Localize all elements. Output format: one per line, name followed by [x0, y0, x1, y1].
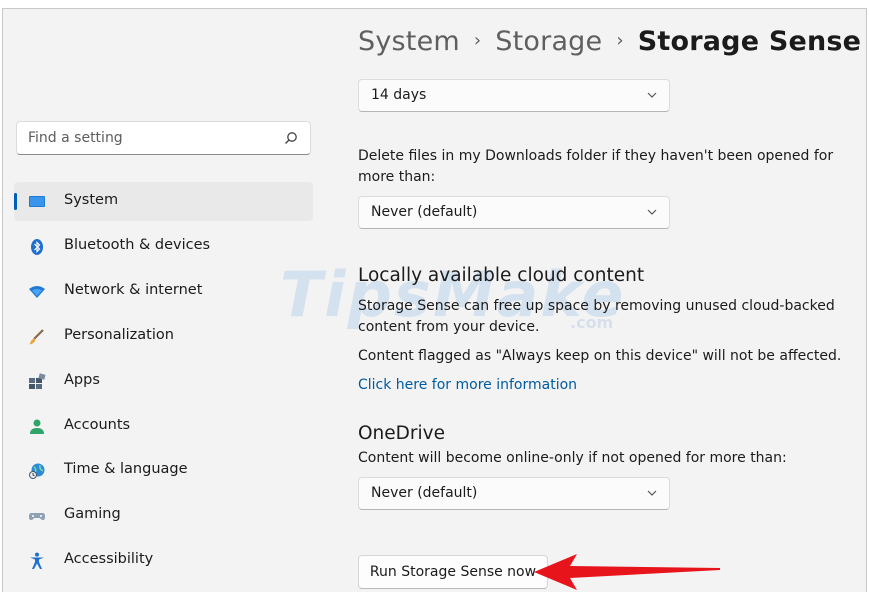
- recycle-bin-dropdown[interactable]: 14 days: [358, 79, 670, 112]
- sidebar-item-network[interactable]: Network & internet: [14, 272, 313, 311]
- search-input[interactable]: Find a setting: [16, 121, 311, 155]
- dropdown-value: 14 days: [371, 87, 427, 103]
- cloud-content-note: Content flagged as "Always keep on this …: [358, 348, 842, 364]
- sidebar-item-label: Time & language: [64, 461, 188, 477]
- sidebar-item-accounts[interactable]: Accounts: [14, 407, 313, 446]
- dropdown-value: Never (default): [371, 485, 478, 501]
- onedrive-dropdown[interactable]: Never (default): [358, 477, 670, 510]
- breadcrumb: System › Storage › Storage Sense: [358, 26, 861, 57]
- sidebar-item-system[interactable]: System: [14, 182, 313, 221]
- breadcrumb-item-system[interactable]: System: [358, 26, 460, 57]
- sidebar-item-label: Network & internet: [64, 282, 203, 298]
- onedrive-description: Content will become online-only if not o…: [358, 450, 787, 466]
- breadcrumb-separator: ›: [616, 30, 624, 51]
- chevron-down-icon: [647, 92, 657, 98]
- breadcrumb-item-storage[interactable]: Storage: [495, 26, 602, 57]
- dropdown-value: Never (default): [371, 204, 478, 220]
- sidebar-item-bluetooth[interactable]: Bluetooth & devices: [14, 227, 313, 266]
- sidebar-item-apps[interactable]: Apps: [14, 362, 313, 401]
- sidebar-item-time-language[interactable]: Time & language: [14, 451, 313, 490]
- system-icon: [29, 196, 45, 207]
- bluetooth-icon: [31, 239, 43, 255]
- network-icon: [29, 286, 45, 298]
- globe-clock-icon: [29, 463, 45, 479]
- selection-indicator: [14, 193, 17, 210]
- accounts-icon: [30, 419, 44, 434]
- search-icon[interactable]: [284, 131, 298, 145]
- run-storage-sense-button[interactable]: Run Storage Sense now: [358, 555, 548, 589]
- chevron-down-icon: [647, 490, 657, 496]
- page-title: Storage Sense: [637, 26, 862, 57]
- red-arrow-annotation: [534, 554, 720, 590]
- search-placeholder: Find a setting: [28, 130, 123, 146]
- accessibility-icon: [30, 552, 44, 569]
- chevron-down-icon: [647, 209, 657, 215]
- sidebar-item-label: Bluetooth & devices: [64, 237, 211, 253]
- sidebar-item-label: Personalization: [64, 327, 174, 343]
- sidebar-item-label: Apps: [64, 372, 100, 388]
- cloud-content-heading: Locally available cloud content: [358, 265, 645, 286]
- sidebar-item-accessibility[interactable]: Accessibility: [14, 541, 313, 580]
- downloads-dropdown[interactable]: Never (default): [358, 196, 670, 229]
- sidebar-item-label: Accessibility: [64, 551, 154, 567]
- gamepad-icon: [29, 513, 45, 520]
- sidebar-item-personalization[interactable]: Personalization: [14, 317, 313, 356]
- sidebar-item-label: Accounts: [64, 417, 131, 433]
- more-information-link[interactable]: Click here for more information: [358, 377, 577, 393]
- sidebar-item-label: Gaming: [64, 506, 121, 522]
- brush-icon: [29, 329, 44, 345]
- breadcrumb-separator: ›: [473, 30, 482, 51]
- cloud-content-description: Storage Sense can free up space by remov…: [358, 298, 835, 335]
- downloads-description: Delete files in my Downloads folder if t…: [358, 148, 834, 185]
- apps-icon: [29, 373, 46, 389]
- sidebar-item-gaming[interactable]: Gaming: [14, 496, 313, 535]
- sidebar-item-label: System: [64, 192, 119, 208]
- onedrive-heading: OneDrive: [358, 423, 445, 444]
